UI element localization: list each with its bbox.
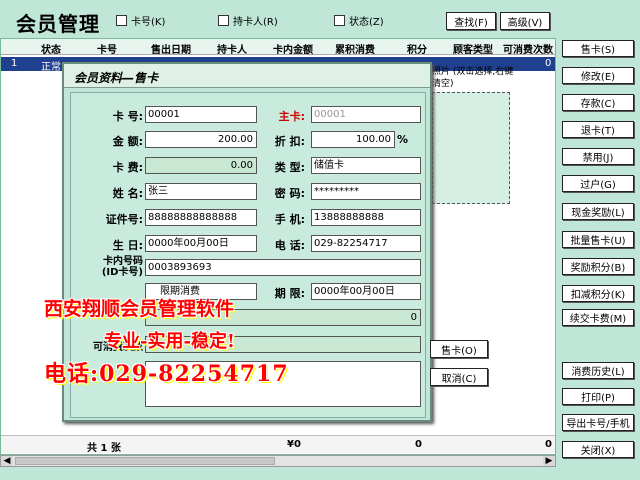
col-sold-date[interactable]: 售出日期: [151, 41, 191, 56]
id-no-label: 证件号:: [105, 213, 143, 226]
horizontal-scrollbar[interactable]: ◀ ▶: [0, 455, 556, 467]
type-label: 类 型:: [274, 161, 305, 174]
print-button[interactable]: 打印(P): [562, 388, 634, 405]
discount-field[interactable]: 100.00: [311, 131, 395, 148]
promo-line-2: 专业-实用-稳定!: [104, 331, 235, 352]
mobile-field[interactable]: 13888888888: [311, 209, 421, 226]
total-count: 共 1 张: [87, 443, 121, 454]
grid-header: 状态 卡号 售出日期 持卡人 卡内金额 累积消费 积分 顾客类型 可消费次数: [1, 39, 555, 56]
return-card-button[interactable]: 退卡(T): [562, 121, 634, 138]
inner-no-label: 卡内号码 (ID卡号): [101, 256, 143, 278]
discount-unit: %: [397, 133, 409, 146]
find-button[interactable]: 查找(F): [446, 12, 496, 30]
filter-holder-checkbox[interactable]: 持卡人(R): [218, 13, 278, 28]
name-field[interactable]: 张三: [145, 183, 257, 200]
deposit-button[interactable]: 存款(C): [562, 94, 634, 111]
export-button[interactable]: 导出卡号/手机: [562, 414, 634, 431]
close-button[interactable]: 关闭(X): [562, 441, 634, 458]
dialog-sell-button[interactable]: 售卡(O): [430, 340, 488, 358]
main-card-field[interactable]: 00001: [311, 106, 421, 123]
promo-line-3: 电话:029-82254717: [44, 361, 289, 387]
col-holder[interactable]: 持卡人: [217, 41, 247, 56]
birthday-field[interactable]: 0000年00月00日: [145, 235, 257, 252]
limit-label: 期 限:: [274, 287, 305, 300]
mobile-label: 手 机:: [274, 213, 305, 226]
scroll-left-icon[interactable]: ◀: [1, 456, 13, 466]
deduct-points-button[interactable]: 扣减积分(K): [562, 285, 634, 302]
transfer-button[interactable]: 过户(G): [562, 175, 634, 192]
window-title: 会员管理: [16, 12, 100, 36]
col-card-no[interactable]: 卡号: [97, 41, 117, 56]
photo-label: 照片 (双击选择,右键清空): [432, 67, 514, 89]
password-label: 密 码:: [274, 187, 305, 200]
promo-line-1: 西安翔顺会员管理软件: [44, 298, 235, 320]
id-no-field[interactable]: 88888888888888: [145, 209, 257, 226]
scroll-right-icon[interactable]: ▶: [543, 456, 555, 466]
photo-box[interactable]: [432, 92, 510, 204]
reward-points-button[interactable]: 奖励积分(B): [562, 258, 634, 275]
amount-label: 金 额:: [112, 135, 143, 148]
card-no-label: 卡 号:: [112, 110, 143, 123]
discount-label: 折 扣:: [274, 135, 305, 148]
fee-label: 卡 费:: [112, 161, 143, 174]
top-bar: 会员管理 卡号(K) 持卡人(R) 状态(Z) 查找(F) 高级(V): [0, 0, 556, 38]
dialog-title: 会员资料—售卡: [64, 64, 430, 88]
inner-no-field[interactable]: 0003893693: [145, 259, 421, 276]
col-total-spent[interactable]: 累积消费: [335, 41, 375, 56]
renew-fee-button[interactable]: 续交卡费(M): [562, 309, 634, 326]
phone-field[interactable]: 029-82254717: [311, 235, 421, 252]
card-no-field[interactable]: 00001: [145, 106, 257, 123]
dialog-cancel-button[interactable]: 取消(C): [430, 368, 488, 386]
total-points: 0: [415, 439, 422, 450]
history-button[interactable]: 消费历史(L): [562, 362, 634, 379]
fee-field[interactable]: 0.00: [145, 157, 257, 174]
col-times[interactable]: 可消费次数: [503, 41, 553, 56]
main-card-label: 主卡:: [278, 110, 305, 123]
name-label: 姓 名:: [112, 187, 143, 200]
batch-sell-button[interactable]: 批量售卡(U): [562, 231, 634, 248]
col-customer-type[interactable]: 顾客类型: [453, 41, 493, 56]
grid-footer: 共 1 张 ¥0 0 0: [1, 435, 555, 454]
col-balance[interactable]: 卡内金额: [273, 41, 313, 56]
total-amount: ¥0: [287, 439, 301, 450]
birthday-label: 生 日:: [112, 239, 143, 252]
limit-date-field[interactable]: 0000年00月00日: [311, 283, 421, 300]
amount-field[interactable]: 200.00: [145, 131, 257, 148]
filter-card-checkbox[interactable]: 卡号(K): [116, 13, 165, 28]
col-points[interactable]: 积分: [407, 41, 427, 56]
scroll-thumb[interactable]: [15, 457, 275, 465]
edit-button[interactable]: 修改(E): [562, 67, 634, 84]
cash-reward-button[interactable]: 现金奖励(L): [562, 203, 634, 220]
total-times: 0: [545, 439, 552, 450]
advanced-button[interactable]: 高级(V): [500, 12, 550, 30]
sell-card-button[interactable]: 售卡(S): [562, 40, 634, 57]
col-status[interactable]: 状态: [41, 41, 61, 56]
password-field[interactable]: *********: [311, 183, 421, 200]
type-field[interactable]: 储值卡: [311, 157, 421, 174]
disable-button[interactable]: 禁用(J): [562, 148, 634, 165]
filter-status-checkbox[interactable]: 状态(Z): [334, 13, 384, 28]
phone-label: 电 话:: [274, 239, 305, 252]
